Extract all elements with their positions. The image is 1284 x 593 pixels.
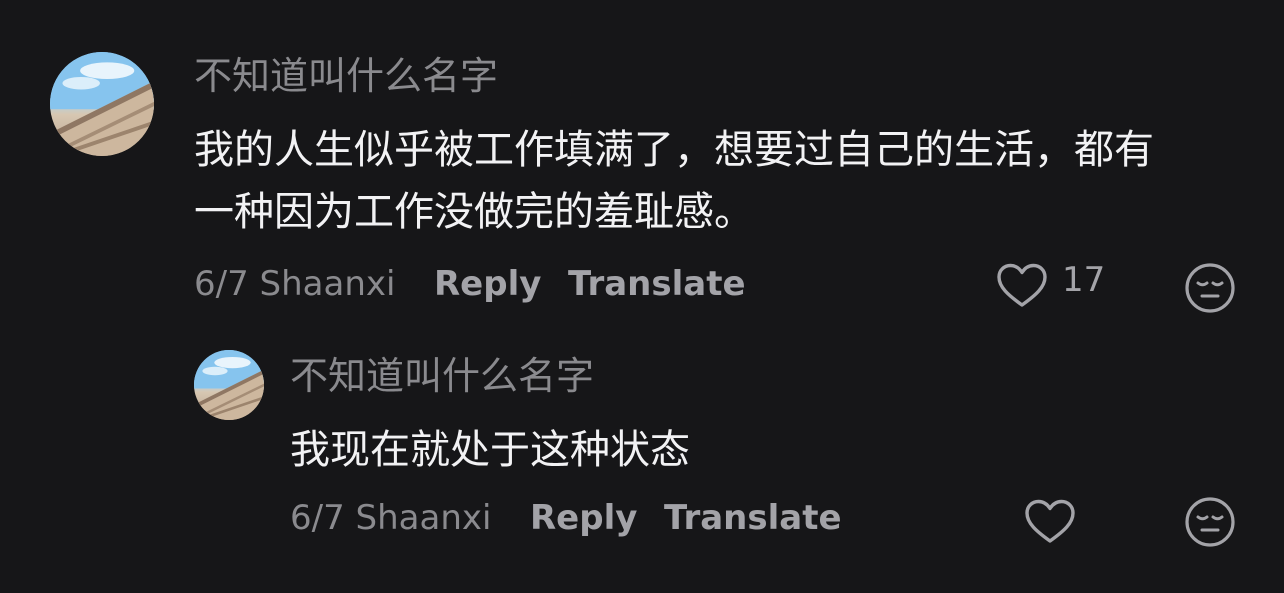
heart-outline-icon bbox=[997, 263, 1047, 307]
comment-text-line: 我现在就处于这种状态 bbox=[290, 427, 690, 473]
comment-username[interactable]: 不知道叫什么名字 bbox=[290, 350, 594, 402]
comment-text-line: 我的人生似乎被工作填满了，想要过自己的生活，都有 bbox=[194, 127, 1154, 173]
like-count: 17 bbox=[1062, 260, 1106, 300]
neutral-face-icon bbox=[1185, 263, 1235, 313]
avatar[interactable] bbox=[50, 52, 154, 156]
reply-button[interactable]: Reply bbox=[530, 496, 637, 540]
avatar-building-image bbox=[194, 350, 264, 420]
heart-outline-icon bbox=[1025, 499, 1075, 543]
dislike-button[interactable] bbox=[1184, 262, 1236, 314]
comment-date-location: 6/7 Shaanxi bbox=[290, 498, 492, 538]
translate-button[interactable]: Translate bbox=[664, 496, 842, 540]
reply-comment: 不知道叫什么名字 我现在就处于这种状态 6/7 Shaanxi Reply Tr… bbox=[0, 330, 1284, 593]
comment-date-location: 6/7 Shaanxi bbox=[194, 264, 396, 304]
translate-button[interactable]: Translate bbox=[568, 262, 746, 306]
like-button[interactable] bbox=[996, 262, 1048, 310]
comment: 不知道叫什么名字 我的人生似乎被工作填满了，想要过自己的生活，都有 一种因为工作… bbox=[0, 0, 1284, 330]
like-button[interactable] bbox=[1024, 498, 1076, 546]
dislike-button[interactable] bbox=[1184, 496, 1236, 548]
avatar[interactable] bbox=[194, 350, 264, 420]
reply-button[interactable]: Reply bbox=[434, 262, 541, 306]
neutral-face-icon bbox=[1185, 497, 1235, 547]
comment-text-line: 一种因为工作没做完的羞耻感。 bbox=[194, 189, 754, 235]
comment-username[interactable]: 不知道叫什么名字 bbox=[194, 50, 498, 102]
avatar-building-image bbox=[50, 52, 154, 156]
